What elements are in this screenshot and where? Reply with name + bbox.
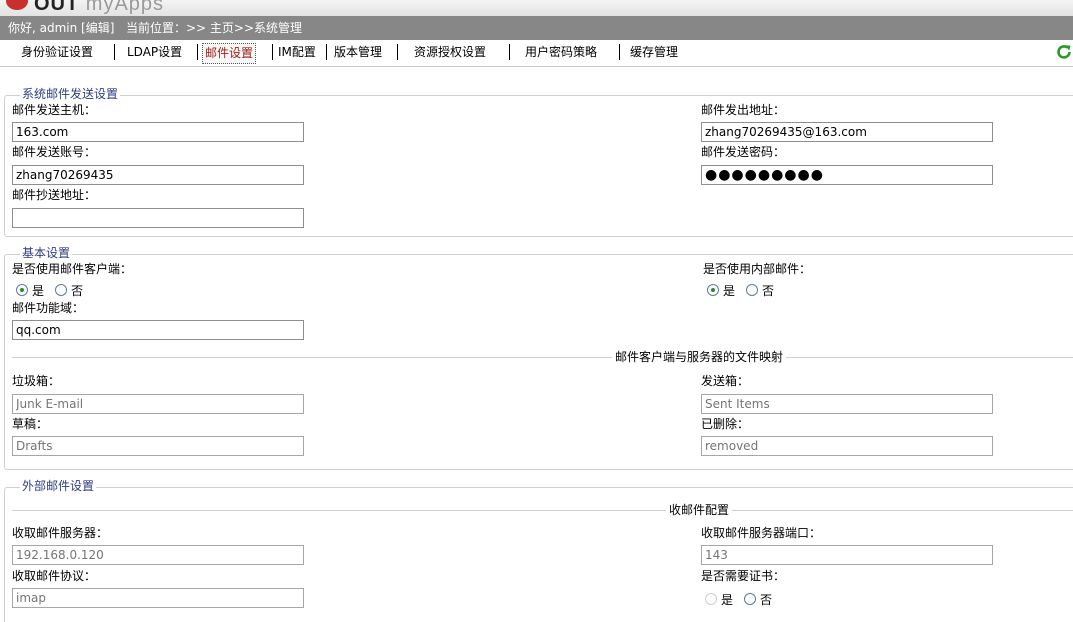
breadcrumb: 当前位置：>> 主页>>系统管理 (126, 21, 303, 35)
radio-label-no: 否 (762, 284, 775, 298)
radio-label-no: 否 (71, 284, 84, 298)
user-greeting[interactable]: 你好, admin [编辑] (8, 16, 114, 40)
mail-domain-label: 邮件功能域： (12, 301, 85, 315)
receive-config-title: 收邮件配置 (666, 503, 733, 517)
mail-domain-field[interactable] (12, 320, 304, 340)
trash-label: 垃圾箱： (12, 374, 61, 388)
tab-separator (397, 44, 398, 60)
info-bar: 你好, admin [编辑] 当前位置：>> 主页>>系统管理 (0, 16, 1073, 40)
tab-im-config[interactable]: IM配置 (276, 43, 318, 64)
tab-version-management[interactable]: 版本管理 (332, 43, 384, 64)
tab-auth-settings[interactable]: 身份验证设置 (19, 43, 95, 64)
tab-mail-settings[interactable]: 邮件设置 (202, 43, 257, 64)
tab-separator (114, 44, 115, 60)
receive-protocol-field[interactable] (12, 588, 304, 608)
use-internal-mail-yes-radio[interactable] (707, 284, 719, 296)
app-logo: OUT myApps (34, 0, 165, 15)
radio-label-yes: 是 (32, 284, 45, 298)
use-mail-client-yes-radio[interactable] (16, 284, 28, 296)
radio-label-no: 否 (760, 593, 773, 607)
mail-password-label: 邮件发送密码： (701, 145, 786, 159)
deleted-folder-field[interactable] (701, 436, 993, 456)
mail-account-label: 邮件发送账号： (12, 145, 97, 159)
drafts-folder-field[interactable] (12, 436, 304, 456)
mail-from-label: 邮件发出地址： (701, 103, 786, 117)
divider (12, 510, 1073, 511)
mail-host-field[interactable] (12, 122, 304, 142)
certificate-yes-radio[interactable] (705, 593, 717, 605)
mail-cc-label: 邮件抄送地址： (12, 188, 97, 202)
receive-protocol-label: 收取邮件协议： (12, 569, 97, 583)
use-mail-client-no-radio[interactable] (55, 284, 67, 296)
mapping-title: 邮件客户端与服务器的文件映射 (612, 350, 787, 364)
deleted-label: 已删除： (701, 417, 750, 431)
tab-cache-management[interactable]: 缓存管理 (628, 43, 680, 64)
use-internal-mail-label: 是否使用内部邮件： (703, 262, 812, 276)
sent-folder-field[interactable] (701, 394, 993, 414)
receive-port-field[interactable] (701, 545, 993, 565)
tab-password-policy[interactable]: 用户密码策略 (523, 43, 599, 64)
mail-account-field[interactable] (12, 165, 304, 185)
settings-tabbar: 身份验证设置 LDAP设置 邮件设置 IM配置 版本管理 资源授权设置 用户密码… (0, 40, 1073, 67)
mail-host-label: 邮件发送主机： (12, 103, 97, 117)
section-legend: 基本设置 (20, 246, 73, 260)
receive-server-field[interactable] (12, 545, 304, 565)
receive-port-label: 收取邮件服务器端口： (701, 526, 822, 540)
tab-resource-authorization[interactable]: 资源授权设置 (412, 43, 488, 64)
radio-label-yes: 是 (721, 593, 734, 607)
mail-cc-field[interactable] (12, 208, 304, 228)
drafts-label: 草稿： (12, 417, 49, 431)
tab-ldap-settings[interactable]: LDAP设置 (125, 43, 184, 64)
radio-label-yes: 是 (723, 284, 736, 298)
section-legend: 外部邮件设置 (20, 479, 97, 493)
tab-separator (619, 44, 620, 60)
app-header: OUT myApps (0, 0, 1073, 16)
tab-separator (326, 44, 327, 60)
certificate-no-radio[interactable] (744, 593, 756, 605)
tab-separator (272, 44, 273, 60)
tab-separator (509, 44, 510, 60)
use-mail-client-label: 是否使用邮件客户端： (12, 262, 133, 276)
mail-from-field[interactable] (701, 122, 993, 142)
trash-folder-field[interactable] (12, 394, 304, 414)
use-internal-mail-no-radio[interactable] (746, 284, 758, 296)
section-legend: 系统邮件发送设置 (20, 87, 121, 101)
need-certificate-label: 是否需要证书： (701, 569, 786, 583)
sent-label: 发送箱： (701, 374, 750, 388)
app-logo-icon (6, 0, 28, 10)
refresh-icon[interactable] (1056, 44, 1072, 60)
receive-server-label: 收取邮件服务器： (12, 526, 109, 540)
divider (12, 357, 1073, 358)
mail-password-field[interactable] (701, 165, 993, 185)
tab-separator (197, 44, 198, 60)
